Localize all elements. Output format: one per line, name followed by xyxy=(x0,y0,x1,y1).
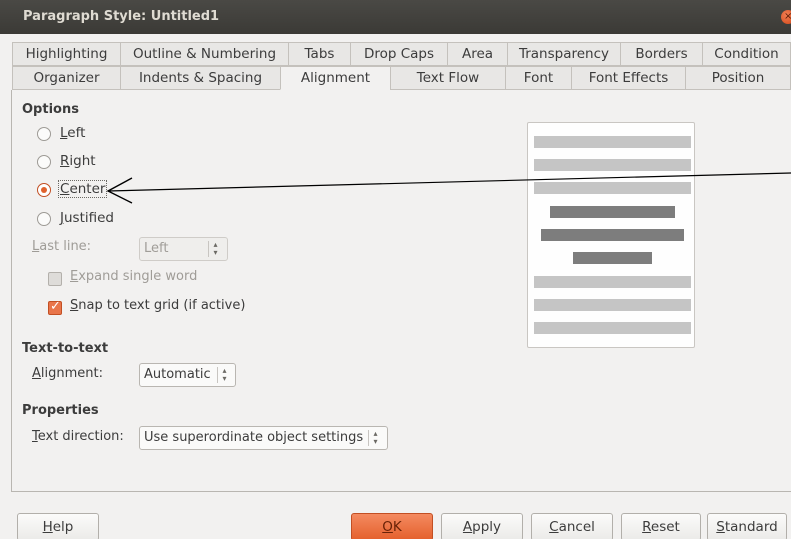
text-direction-select[interactable]: Use superordinate object settings ▴ ▾ xyxy=(139,426,388,450)
properties-section-title: Properties xyxy=(22,403,99,418)
preview-line-centered xyxy=(550,206,675,218)
last-line-select[interactable]: Left ▴ ▾ xyxy=(139,237,228,261)
standard-button[interactable]: Standard xyxy=(707,513,787,539)
text-alignment-select[interactable]: Automatic ▴ ▾ xyxy=(139,363,236,387)
spin-arrows-icon: ▴ ▾ xyxy=(368,430,382,446)
tab-outline-numbering[interactable]: Outline & Numbering xyxy=(120,42,288,66)
spin-arrows-icon: ▴ ▾ xyxy=(217,367,231,383)
text-direction-label: Text direction: xyxy=(32,429,124,444)
preview-line-centered xyxy=(573,252,652,264)
cancel-button[interactable]: Cancel xyxy=(531,513,613,539)
tab-organizer[interactable]: Organizer xyxy=(12,66,120,90)
snap-to-grid-label[interactable]: Snap to text grid (if active) xyxy=(70,298,245,313)
tab-tabs[interactable]: Tabs xyxy=(288,42,350,66)
window-title: Paragraph Style: Untitled1 xyxy=(23,9,220,24)
last-line-label: Last line: xyxy=(32,239,92,254)
tab-row-1: Highlighting Outline & Numbering Tabs Dr… xyxy=(12,42,791,66)
tab-font[interactable]: Font xyxy=(505,66,571,90)
reset-button[interactable]: Reset xyxy=(621,513,701,539)
tab-text-flow[interactable]: Text Flow xyxy=(390,66,505,90)
text-direction-value: Use superordinate object settings xyxy=(144,430,364,445)
preview-line xyxy=(534,299,691,311)
tab-alignment[interactable]: Alignment xyxy=(280,66,390,90)
left-radio-label[interactable]: Left xyxy=(60,125,85,141)
preview-line xyxy=(534,182,691,194)
preview-line-centered xyxy=(541,229,684,241)
close-icon[interactable]: × xyxy=(781,10,791,24)
tab-font-effects[interactable]: Font Effects xyxy=(571,66,685,90)
title-bar: Paragraph Style: Untitled1 × xyxy=(0,0,791,34)
help-button[interactable]: Help xyxy=(17,513,99,539)
text-alignment-label: Alignment: xyxy=(32,366,103,381)
center-radio-label[interactable]: Center xyxy=(58,180,108,198)
expand-single-word-checkbox[interactable] xyxy=(48,272,62,286)
text-alignment-value: Automatic xyxy=(144,367,211,382)
center-radio[interactable] xyxy=(37,183,51,197)
ok-button[interactable]: OK xyxy=(351,513,433,539)
tab-drop-caps[interactable]: Drop Caps xyxy=(350,42,447,66)
tab-position[interactable]: Position xyxy=(685,66,791,90)
preview-line xyxy=(534,322,691,334)
last-line-value: Left xyxy=(144,241,169,256)
left-radio[interactable] xyxy=(37,127,51,141)
preview-line xyxy=(534,159,691,171)
spin-arrows-icon: ▴ ▾ xyxy=(208,241,222,257)
right-radio[interactable] xyxy=(37,155,51,169)
tab-transparency[interactable]: Transparency xyxy=(507,42,620,66)
expand-single-word-label[interactable]: Expand single word xyxy=(70,269,197,284)
preview-line xyxy=(534,136,691,148)
apply-button[interactable]: Apply xyxy=(441,513,523,539)
alignment-preview xyxy=(527,122,695,348)
tab-condition[interactable]: Condition xyxy=(702,42,791,66)
justified-radio[interactable] xyxy=(37,212,51,226)
tab-highlighting[interactable]: Highlighting xyxy=(12,42,120,66)
tab-area[interactable]: Area xyxy=(447,42,507,66)
text-to-text-section-title: Text-to-text xyxy=(22,341,109,356)
tab-indents-spacing[interactable]: Indents & Spacing xyxy=(120,66,280,90)
right-radio-label[interactable]: Right xyxy=(60,153,96,169)
snap-to-grid-checkbox[interactable] xyxy=(48,299,62,315)
preview-line xyxy=(534,276,691,288)
options-section-title: Options xyxy=(22,102,79,117)
tab-row-2: Organizer Indents & Spacing Alignment Te… xyxy=(12,66,791,90)
tab-borders[interactable]: Borders xyxy=(620,42,702,66)
justified-radio-label[interactable]: Justified xyxy=(60,210,114,226)
